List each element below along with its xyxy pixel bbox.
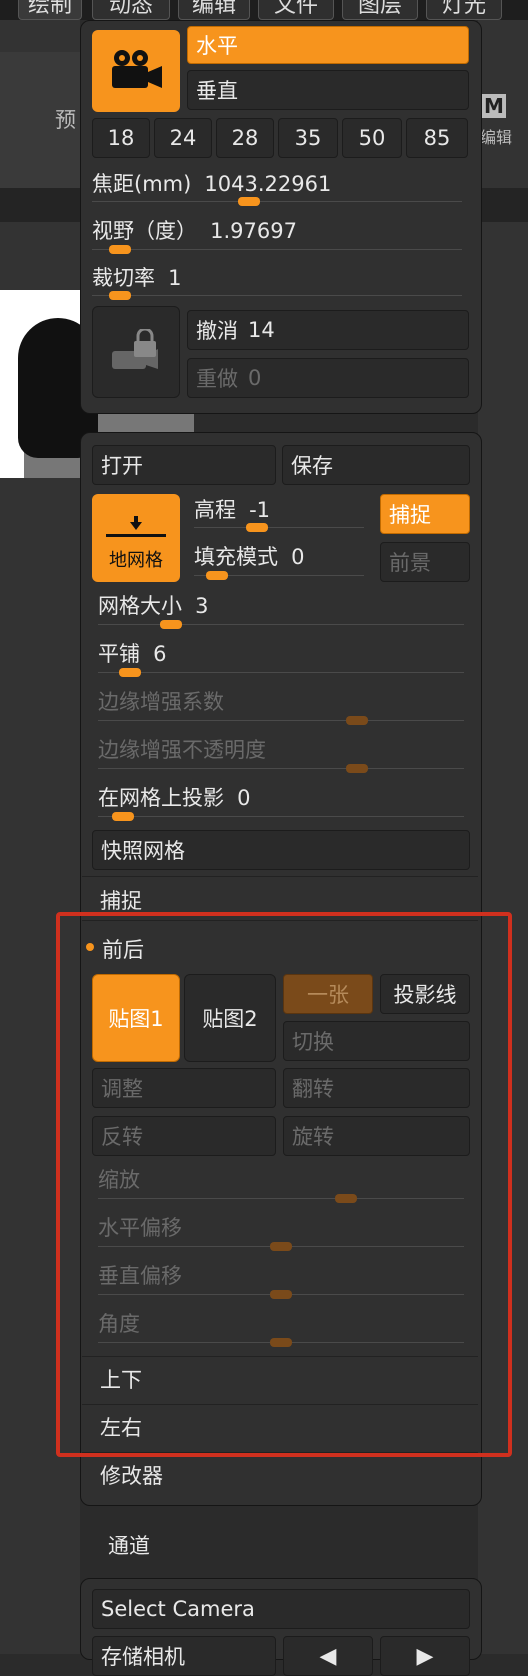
film-camera-icon <box>112 50 162 88</box>
arrow-right-icon: ▶ <box>416 1643 434 1669</box>
redo-value: 0 <box>248 366 262 390</box>
project-track <box>98 816 464 817</box>
edge-factor-knob[interactable] <box>346 716 368 725</box>
floor-grid-button[interactable]: 地网格 <box>92 494 180 582</box>
redo-button[interactable]: 重做 0 <box>187 358 469 398</box>
m-icon[interactable]: M <box>482 94 506 118</box>
tile-knob[interactable] <box>119 668 141 677</box>
save-button[interactable]: 保存 <box>282 445 470 485</box>
prev-camera-button[interactable]: ◀ <box>283 1636 373 1676</box>
divider <box>82 876 478 877</box>
orient-horizontal-button[interactable]: 水平 <box>187 26 469 64</box>
project-label: 在网格上投影 <box>98 786 224 810</box>
store-camera-button[interactable]: 存储相机 <box>92 1636 276 1676</box>
tile-value: 6 <box>153 642 167 666</box>
left-dark-band <box>0 188 80 222</box>
edge-factor-label: 边缘增强系数 <box>98 690 224 714</box>
focal-knob[interactable] <box>238 197 260 206</box>
focal-preset-24[interactable]: 24 <box>154 118 212 158</box>
elevation-value: -1 <box>249 498 271 522</box>
snap-button[interactable]: 捕捉 <box>380 494 470 534</box>
focal-slider[interactable]: 焦距(mm) 1043.22961 <box>92 168 468 208</box>
select-camera-button[interactable]: Select Camera <box>92 1589 470 1629</box>
edge-factor-slider[interactable]: 边缘增强系数 <box>98 686 470 726</box>
focal-track <box>92 201 462 202</box>
edge-opacity-track <box>98 768 464 769</box>
fill-mode-value: 0 <box>291 545 305 569</box>
redo-label: 重做 <box>196 367 238 391</box>
next-camera-button[interactable]: ▶ <box>380 1636 470 1676</box>
menu-tab-draw[interactable]: 绘制 <box>18 0 82 20</box>
menu-tab-layer[interactable]: 图层 <box>342 0 418 20</box>
undo-value: 14 <box>248 318 275 342</box>
grid-size-track <box>98 624 464 625</box>
fov-value: 1.97697 <box>210 219 297 243</box>
fill-mode-label: 填充模式 <box>194 545 278 569</box>
edge-opacity-label: 边缘增强不透明度 <box>98 738 266 762</box>
focal-preset-85[interactable]: 85 <box>406 118 468 158</box>
floor-grid-icon <box>106 516 166 537</box>
project-knob[interactable] <box>112 812 134 821</box>
camera-lock-icon <box>112 329 158 369</box>
arrow-left-icon: ◀ <box>319 1643 337 1669</box>
tile-label: 平铺 <box>98 642 140 666</box>
clip-slider[interactable]: 裁切率 1 <box>92 262 468 302</box>
fov-track <box>92 249 462 250</box>
grid-size-value: 3 <box>195 594 209 618</box>
focal-preset-28[interactable]: 28 <box>216 118 274 158</box>
modifiers-title[interactable]: 修改器 <box>100 1460 163 1490</box>
left-label: 预 <box>55 108 76 132</box>
menu-tab-animate[interactable]: 动态 <box>92 0 170 20</box>
floor-grid-label: 地网格 <box>109 550 163 571</box>
snap-section-title[interactable]: 捕捉 <box>100 885 142 915</box>
fov-slider[interactable]: 视野（度） 1.97697 <box>92 215 468 255</box>
project-slider[interactable]: 在网格上投影 0 <box>98 782 470 822</box>
edge-opacity-slider[interactable]: 边缘增强不透明度 <box>98 734 470 774</box>
clip-track <box>92 295 462 296</box>
menu-tab-light[interactable]: 灯光 <box>426 0 502 20</box>
m-icon-label: 编辑 <box>480 128 513 147</box>
elevation-track <box>194 527 364 528</box>
clip-value: 1 <box>168 266 182 290</box>
focal-preset-50[interactable]: 50 <box>342 118 402 158</box>
tile-slider[interactable]: 平铺 6 <box>98 638 470 678</box>
fill-mode-knob[interactable] <box>206 571 228 580</box>
undo-label: 撤消 <box>196 319 238 343</box>
right-dark-band <box>478 188 528 222</box>
highlight-box <box>56 912 512 1457</box>
clip-label: 裁切率 <box>92 266 155 290</box>
fill-mode-slider[interactable]: 填充模式 0 <box>194 541 366 581</box>
elevation-label: 高程 <box>194 498 236 522</box>
focal-label: 焦距(mm) <box>92 172 192 196</box>
edge-opacity-knob[interactable] <box>346 764 368 773</box>
undo-button[interactable]: 撤消 14 <box>187 310 469 350</box>
project-value: 0 <box>237 786 251 810</box>
camera-icon-button[interactable] <box>92 30 180 112</box>
grid-size-knob[interactable] <box>160 620 182 629</box>
fov-label: 视野（度） <box>92 219 197 243</box>
menu-tab-edit[interactable]: 编辑 <box>178 0 250 20</box>
clip-knob[interactable] <box>109 291 131 300</box>
elevation-knob[interactable] <box>246 523 268 532</box>
fov-knob[interactable] <box>109 245 131 254</box>
tile-track <box>98 672 464 673</box>
focal-preset-35[interactable]: 35 <box>278 118 338 158</box>
grid-size-label: 网格大小 <box>98 594 182 618</box>
edge-factor-track <box>98 720 464 721</box>
camera-lock-button[interactable] <box>92 306 180 398</box>
open-button[interactable]: 打开 <box>92 445 276 485</box>
grid-size-slider[interactable]: 网格大小 3 <box>98 590 470 630</box>
foreground-button[interactable]: 前景 <box>380 542 470 582</box>
focal-value: 1043.22961 <box>204 172 332 196</box>
focal-preset-18[interactable]: 18 <box>92 118 150 158</box>
elevation-slider[interactable]: 高程 -1 <box>194 494 366 534</box>
snapshot-grid-button[interactable]: 快照网格 <box>92 830 470 870</box>
menu-tab-file[interactable]: 文件 <box>258 0 334 20</box>
orient-vertical-button[interactable]: 垂直 <box>187 70 469 110</box>
channels-title[interactable]: 通道 <box>108 1530 150 1560</box>
